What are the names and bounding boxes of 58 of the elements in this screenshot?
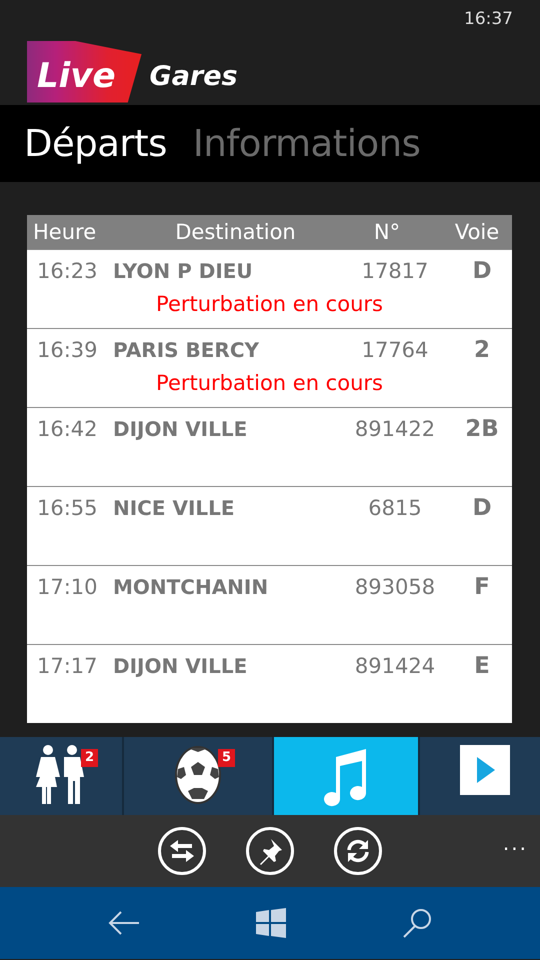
pivot-tab[interactable]: Départs xyxy=(24,122,167,165)
soccer-ball-icon xyxy=(173,745,223,805)
disruption-notice: Perturbation en cours xyxy=(156,371,383,395)
ad-tile[interactable]: 2 xyxy=(0,737,122,815)
destination: MONTCHANIN xyxy=(113,575,270,599)
column-header: Destination xyxy=(174,220,297,244)
train-number: 891424 xyxy=(354,654,436,678)
pivot-tab[interactable]: Informations xyxy=(192,122,420,165)
logo-name: Gares xyxy=(150,60,238,92)
ad-tile[interactable] xyxy=(274,737,418,815)
departure-row[interactable]: 16:55 NICE VILLE 6815 D xyxy=(27,486,512,565)
track: 2B xyxy=(464,416,500,442)
train-number: 17764 xyxy=(360,338,430,362)
departure-row[interactable]: 16:23 LYON P DIEU 17817 D Perturbation en cours xyxy=(27,249,512,328)
pin-button[interactable] xyxy=(246,827,294,875)
disruption-notice: Perturbation en cours xyxy=(156,292,383,316)
play-icon xyxy=(460,745,510,795)
column-header: Voie xyxy=(454,220,500,244)
count-badge: 5 xyxy=(218,749,236,767)
destination: PARIS BERCY xyxy=(113,338,260,362)
destination: DIJON VILLE xyxy=(113,417,248,441)
departure-row[interactable]: 17:10 MONTCHANIN 893058 F xyxy=(27,565,512,644)
swap-arrows-icon xyxy=(168,837,196,865)
track: F xyxy=(473,574,491,600)
track: D xyxy=(471,258,493,284)
departure-row[interactable]: 16:39 PARIS BERCY 17764 2 Perturbation en cours xyxy=(27,328,512,407)
departure-time: 17:17 xyxy=(36,654,99,678)
swap-button[interactable] xyxy=(158,827,206,875)
column-header: Heure xyxy=(32,220,98,244)
track: D xyxy=(471,495,493,521)
more-button[interactable]: ... xyxy=(502,831,528,855)
departure-time: 16:42 xyxy=(36,417,99,441)
ad-tile[interactable]: 5 xyxy=(124,737,272,815)
departure-time: 16:55 xyxy=(36,496,99,520)
back-arrow-icon[interactable] xyxy=(108,911,140,935)
refresh-button[interactable] xyxy=(334,827,382,875)
train-number: 17817 xyxy=(360,259,430,283)
departure-row[interactable]: 16:42 DIJON VILLE 891422 2B xyxy=(27,407,512,486)
departure-time: 16:39 xyxy=(36,338,99,362)
windows-logo-icon[interactable] xyxy=(256,908,286,938)
train-number: 891422 xyxy=(354,417,436,441)
track: E xyxy=(473,653,491,679)
track: 2 xyxy=(472,337,491,363)
status-time: 16:37 xyxy=(464,9,513,29)
departure-row[interactable]: 17:17 DIJON VILLE 891424 E xyxy=(27,644,512,723)
destination: DIJON VILLE xyxy=(113,654,248,678)
departure-time: 16:23 xyxy=(36,259,99,283)
column-header: N° xyxy=(372,220,402,244)
destination: LYON P DIEU xyxy=(113,259,254,283)
departure-time: 17:10 xyxy=(36,575,99,599)
destination: NICE VILLE xyxy=(113,496,236,520)
logo-badge: Live xyxy=(27,40,142,102)
count-badge: 2 xyxy=(81,749,98,767)
couple-icon xyxy=(35,745,87,805)
train-number: 6815 xyxy=(367,496,423,520)
train-number: 893058 xyxy=(354,575,436,599)
search-icon[interactable] xyxy=(402,908,432,938)
ad-tile[interactable] xyxy=(420,737,540,815)
